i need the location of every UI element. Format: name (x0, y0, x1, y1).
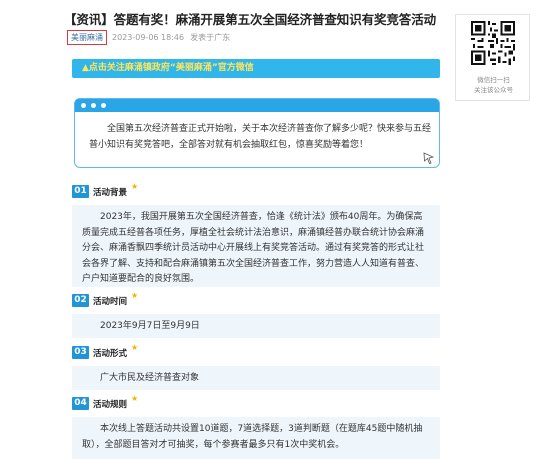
publish-location: 发表于广东 (190, 32, 231, 42)
section-title: 活动时间 (93, 296, 128, 307)
section-number: 03 (72, 346, 89, 359)
section-body-rules: 本次线上答题活动共设置10道题，7道选择题，3道判断题（在题库45题中随机抽取）… (72, 417, 440, 459)
qr-caption-follow: 关注该公众号 (474, 86, 513, 94)
section-body-time: 2023年9月7日至9月9日 (72, 314, 440, 338)
follow-banner[interactable]: ▲点击关注麻涌镇政府“美丽麻涌”官方微信 (72, 59, 440, 78)
star-icon: ★ (131, 394, 139, 403)
qr-code-icon[interactable] (471, 21, 515, 65)
qr-caption-scan: 微信扫一扫 (477, 76, 510, 84)
publish-date: 2023-09-06 18:46 (112, 32, 185, 42)
section-head-rules: 04 活动规则 ★ (72, 394, 139, 410)
section-number: 01 (72, 185, 89, 198)
section-body-background: 2023年，我国开展第五次全国经济普查，恰逢《统计法》颁布40周年。为确保高质量… (72, 205, 440, 287)
section-head-format: 03 活动形式 ★ (72, 343, 139, 359)
section-number: 04 (72, 397, 89, 410)
intro-text: 全国第五次经济普查正式开始啦，关于本次经济普查你了解多少呢？快来参与五经普小知识… (89, 124, 432, 150)
star-icon: ★ (131, 182, 139, 191)
pointer-cursor-icon (423, 152, 435, 164)
section-title: 活动形式 (93, 348, 128, 359)
star-icon: ★ (131, 343, 139, 352)
window-dots-icon (75, 99, 439, 112)
star-icon: ★ (131, 291, 139, 300)
qr-panel: 微信扫一扫 关注该公众号 (455, 14, 530, 101)
section-number: 02 (72, 294, 89, 307)
article-title: 【资讯】答题有奖！麻涌开展第五次全国经济普查知识有奖竞答活动 (64, 12, 437, 27)
section-head-background: 01 活动背景 ★ (72, 182, 139, 198)
section-title: 活动背景 (93, 187, 128, 198)
source-account-link[interactable]: 美丽麻涌 (67, 29, 107, 45)
section-head-time: 02 活动时间 ★ (72, 291, 139, 307)
section-body-format: 广大市民及经济普查对象 (72, 366, 440, 390)
article-meta: 美丽麻涌 2023-09-06 18:46 发表于广东 (67, 29, 230, 45)
intro-card: 全国第五次经济普查正式开始啦，关于本次经济普查你了解多少呢？快来参与五经普小知识… (74, 98, 440, 168)
section-title: 活动规则 (93, 399, 128, 410)
